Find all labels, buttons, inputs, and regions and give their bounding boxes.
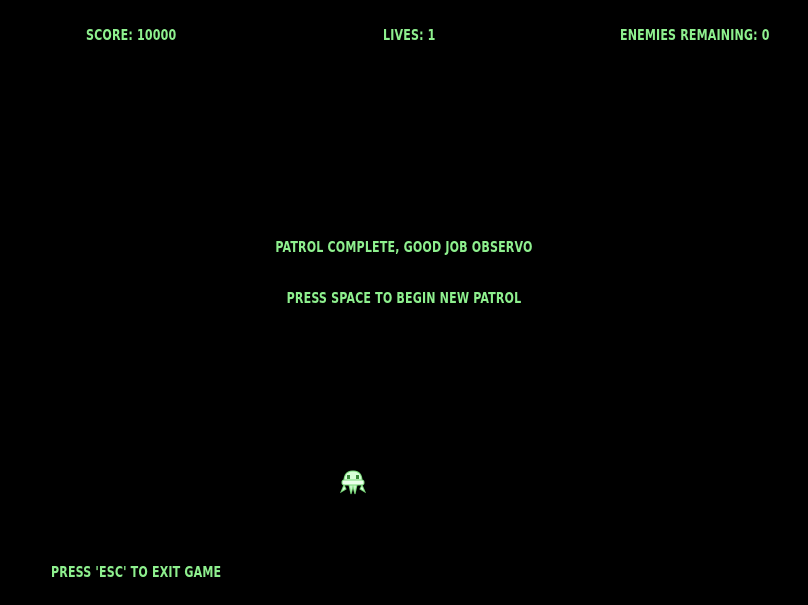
alien-ship-icon: [339, 470, 367, 495]
lives-display: LIVES: 1: [383, 26, 436, 44]
enemies-remaining-display: ENEMIES REMAINING: 0: [620, 26, 770, 44]
score-display: SCORE: 10000: [86, 26, 177, 44]
press-space-prompt: PRESS SPACE TO BEGIN NEW PATROL: [286, 289, 522, 307]
exit-hint: PRESS 'ESC' TO EXIT GAME: [51, 563, 222, 581]
patrol-complete-message: PATROL COMPLETE, GOOD JOB OBSERVO: [275, 238, 533, 256]
